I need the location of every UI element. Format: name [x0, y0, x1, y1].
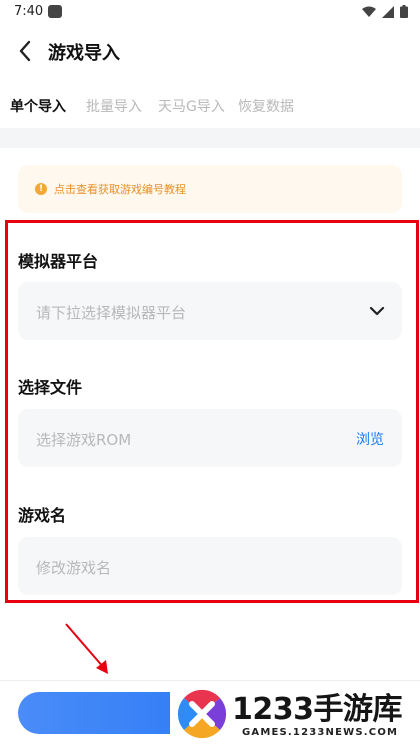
annotation-arrow	[65, 623, 108, 674]
app-notification-icon	[48, 5, 62, 18]
game-name-input[interactable]: 修改游戏名	[18, 537, 402, 595]
notice-text: 点击查看获取游戏编号教程	[54, 183, 186, 196]
tutorial-notice[interactable]: ! 点击查看获取游戏编号教程	[18, 165, 402, 213]
chevron-down-icon	[369, 306, 385, 316]
watermark: 1233手游库 GAMES.1233NEWS.COM	[170, 682, 420, 746]
platform-placeholder: 请下拉选择模拟器平台	[36, 304, 187, 322]
status-indicators	[362, 5, 408, 18]
tab-restore-data[interactable]: 恢复数据	[238, 96, 294, 116]
tab-batch-import[interactable]: 批量导入	[86, 96, 142, 116]
game-name-label: 游戏名	[18, 506, 67, 525]
tab-tianma-g-import[interactable]: 天马G导入	[158, 96, 225, 116]
game-name-placeholder: 修改游戏名	[36, 559, 112, 577]
back-button[interactable]	[10, 36, 40, 66]
tab-single-import[interactable]: 单个导入	[10, 96, 66, 116]
watermark-title: 1233手游库	[232, 692, 403, 727]
file-label: 选择文件	[18, 378, 83, 397]
rom-file-field[interactable]: 选择游戏ROM 浏览	[18, 409, 402, 467]
signal-icon	[382, 5, 394, 18]
platform-select[interactable]: 请下拉选择模拟器平台	[18, 282, 402, 340]
app-header: 游戏导入	[0, 30, 420, 74]
status-time: 7:40	[14, 4, 44, 19]
info-icon: !	[35, 183, 47, 195]
status-bar: 7:40	[0, 0, 420, 26]
import-tabs: 单个导入 批量导入 天马G导入 恢复数据	[0, 92, 420, 120]
section-divider	[0, 128, 420, 148]
platform-label: 模拟器平台	[18, 252, 99, 271]
watermark-logo	[177, 689, 227, 739]
watermark-url: GAMES.1233NEWS.COM	[242, 727, 399, 738]
wifi-icon	[362, 6, 376, 17]
browse-button[interactable]: 浏览	[356, 429, 384, 449]
rom-file-placeholder: 选择游戏ROM	[36, 431, 132, 449]
page-title: 游戏导入	[48, 43, 120, 64]
battery-icon	[400, 5, 408, 18]
back-arrow-icon	[19, 40, 31, 62]
